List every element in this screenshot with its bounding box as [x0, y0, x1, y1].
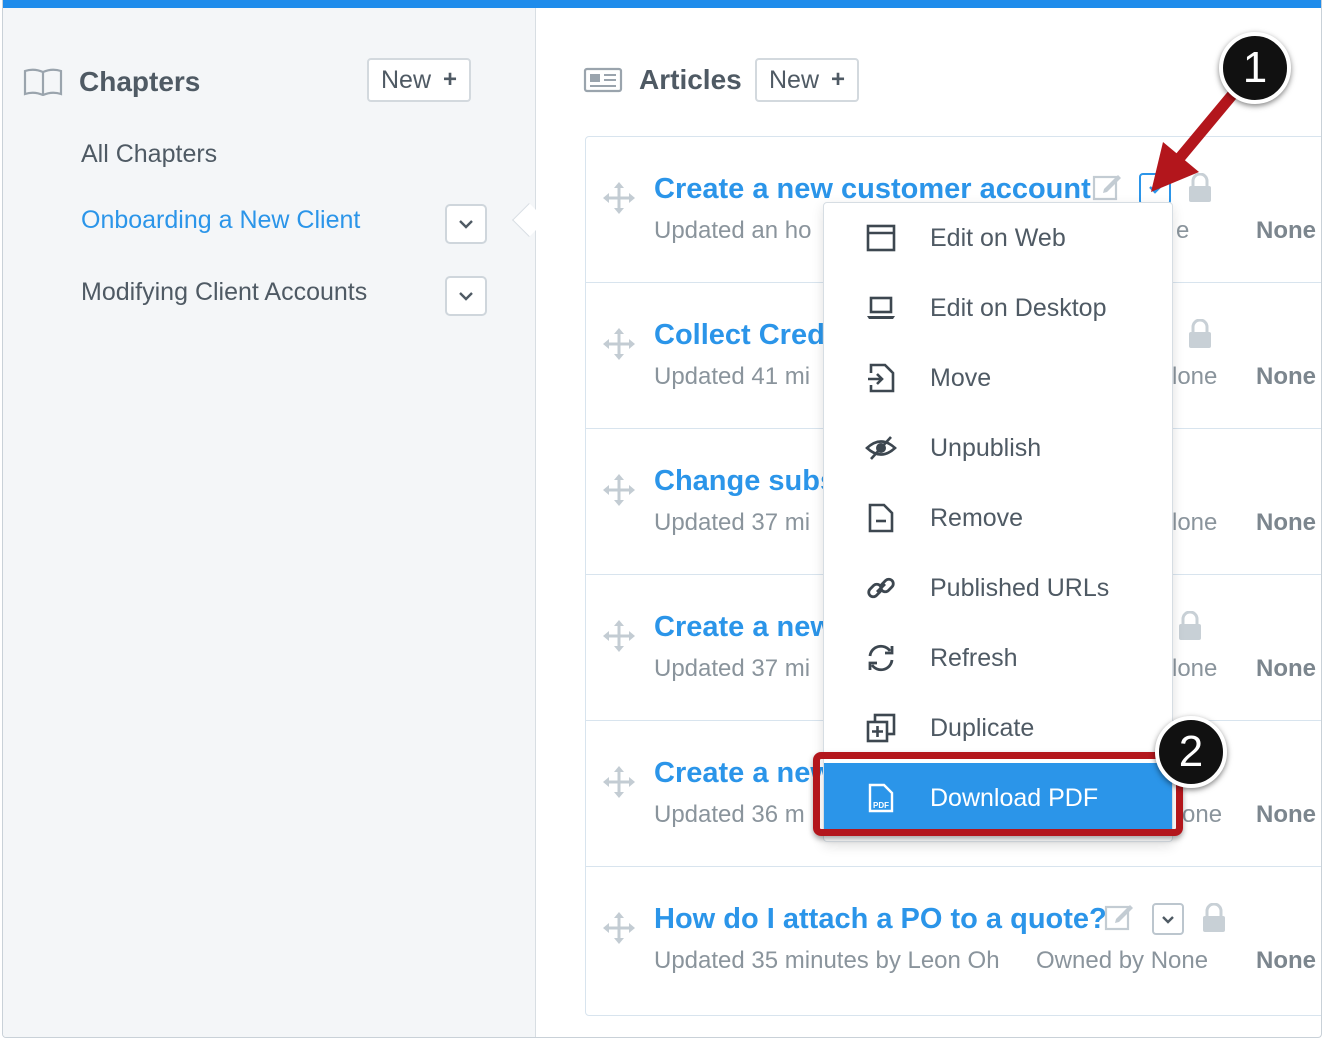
menu-item-label: Edit on Web	[930, 223, 1066, 252]
lock-icon	[1179, 611, 1201, 640]
article-meta: Updated 37 mi	[654, 655, 811, 682]
drag-handle-icon[interactable]	[602, 473, 636, 507]
drag-handle-icon[interactable]	[602, 327, 636, 361]
edit-icon[interactable]	[1104, 901, 1134, 931]
article-title[interactable]: Create a new	[654, 611, 833, 644]
chapters-title: Chapters	[79, 66, 201, 97]
eye-slash-icon	[864, 431, 898, 465]
refresh-icon	[864, 641, 898, 675]
annotation-highlight-box	[813, 752, 1183, 836]
remove-file-icon	[864, 501, 898, 535]
chapter-dropdown-button[interactable]	[445, 204, 487, 244]
article-actions-button[interactable]	[1152, 903, 1184, 935]
drag-handle-icon[interactable]	[602, 619, 636, 653]
drag-handle-icon[interactable]	[602, 181, 636, 215]
article-actions-menu: Edit on Web Edit on Desktop Move Unpubli…	[823, 202, 1173, 842]
lock-icon	[1189, 319, 1211, 348]
browser-window-icon	[864, 221, 898, 255]
article-owner: Owned by None	[1036, 947, 1209, 974]
chevron-down-icon	[1162, 915, 1174, 924]
menu-item-move[interactable]: Move	[824, 343, 1172, 413]
top-accent-bar	[3, 0, 1321, 8]
new-article-label: New	[769, 65, 820, 94]
article-title[interactable]: Change subs	[654, 465, 836, 498]
drag-handle-icon[interactable]	[602, 765, 636, 799]
articles-title: Articles	[639, 64, 742, 95]
link-icon	[864, 571, 898, 605]
new-chapter-button[interactable]: New +	[367, 58, 472, 102]
articles-header: Articles	[583, 58, 742, 102]
menu-item-refresh[interactable]: Refresh	[824, 623, 1172, 693]
menu-item-edit-on-web[interactable]: Edit on Web	[824, 203, 1172, 273]
menu-item-published-urls[interactable]: Published URLs	[824, 553, 1172, 623]
article-title[interactable]: How do I attach a PO to a quote?	[654, 903, 1107, 936]
chapters-header: Chapters	[23, 60, 200, 104]
article-status: None	[1256, 801, 1316, 828]
article-title[interactable]: Collect Credi	[654, 319, 833, 352]
article-status: None	[1256, 947, 1316, 974]
drag-handle-icon[interactable]	[602, 911, 636, 945]
new-article-button[interactable]: New +	[755, 58, 860, 102]
move-file-icon	[864, 361, 898, 395]
menu-item-label: Edit on Desktop	[930, 293, 1107, 322]
step-badge-1: 1	[1219, 32, 1291, 104]
sidebar-item-onboarding[interactable]: Onboarding a New Client	[81, 206, 360, 235]
menu-item-edit-on-desktop[interactable]: Edit on Desktop	[824, 273, 1172, 343]
plus-icon: +	[831, 66, 846, 93]
article-title[interactable]: Create a new	[654, 757, 833, 790]
article-meta: Updated 36 m	[654, 801, 805, 828]
chevron-down-icon	[459, 292, 473, 301]
article-owner: e	[1176, 217, 1190, 244]
duplicate-icon	[864, 711, 898, 745]
edit-icon[interactable]	[1092, 171, 1122, 201]
article-meta: Updated an ho	[654, 217, 812, 244]
article-status: None	[1256, 509, 1316, 536]
app-frame: Chapters New + All Chapters Onboarding a…	[2, 0, 1322, 1038]
lock-icon	[1203, 903, 1225, 932]
menu-item-remove[interactable]: Remove	[824, 483, 1172, 553]
book-icon	[23, 68, 63, 96]
article-status: None	[1256, 217, 1316, 244]
menu-item-label: Unpublish	[930, 433, 1042, 462]
chapters-sidebar: Chapters New + All Chapters Onboarding a…	[3, 8, 536, 1037]
new-chapter-label: New	[381, 65, 432, 94]
menu-item-label: Published URLs	[930, 573, 1110, 602]
sidebar-item-all-chapters[interactable]: All Chapters	[81, 140, 217, 169]
menu-item-label: Duplicate	[930, 713, 1035, 742]
article-meta: Updated 37 mi	[654, 509, 811, 536]
laptop-icon	[864, 291, 898, 325]
article-row[interactable]: How do I attach a PO to a quote? Updated…	[586, 867, 1321, 1013]
menu-item-label: Move	[930, 363, 992, 392]
article-owner: lone	[1172, 655, 1218, 682]
menu-item-unpublish[interactable]: Unpublish	[824, 413, 1172, 483]
article-owner: one	[1182, 801, 1223, 828]
sidebar-item-modifying[interactable]: Modifying Client Accounts	[81, 278, 367, 307]
article-owner: lone	[1172, 509, 1218, 536]
step-badge-2: 2	[1155, 716, 1227, 788]
newspaper-icon	[583, 67, 623, 93]
article-status: None	[1256, 655, 1316, 682]
chapter-dropdown-button[interactable]	[445, 276, 487, 316]
article-meta: Updated 41 mi	[654, 363, 811, 390]
article-meta: Updated 35 minutes by Leon Oh	[654, 947, 1000, 974]
article-status: None	[1256, 363, 1316, 390]
menu-item-label: Refresh	[930, 643, 1018, 672]
plus-icon: +	[443, 66, 458, 93]
chevron-down-icon	[459, 220, 473, 229]
article-owner: lone	[1172, 363, 1218, 390]
menu-item-label: Remove	[930, 503, 1024, 532]
